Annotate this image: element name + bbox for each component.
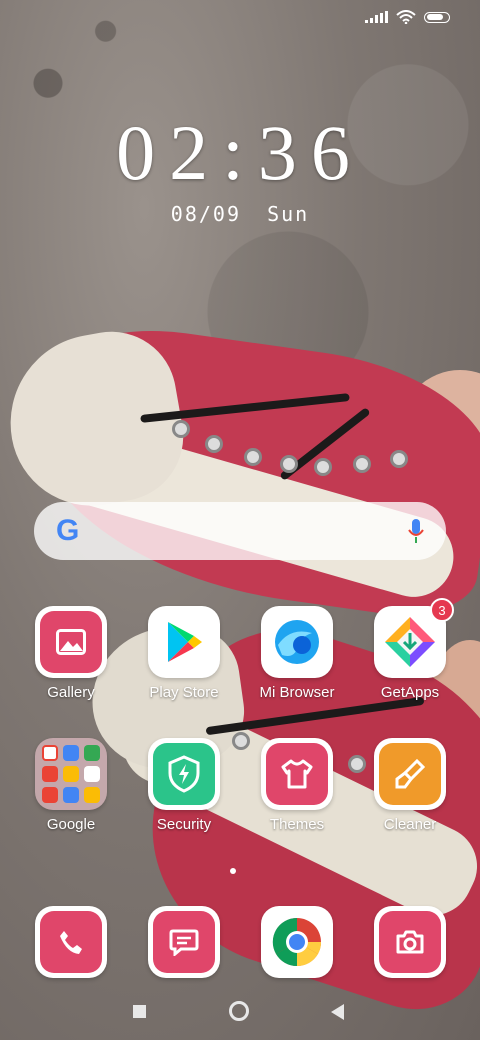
clock-date[interactable]: 08/09 Sun <box>0 202 480 226</box>
app-play-store[interactable]: Play Store <box>129 606 239 701</box>
app-cleaner[interactable]: Cleaner <box>355 738 465 833</box>
app-themes[interactable]: Themes <box>242 738 352 833</box>
recents-button[interactable] <box>133 1005 146 1018</box>
google-logo-icon: G <box>56 514 80 547</box>
wifi-icon <box>396 10 416 24</box>
app-security[interactable]: Security <box>129 738 239 833</box>
navigation-bar <box>0 1000 480 1024</box>
getapps-icon: 3 <box>374 598 454 678</box>
app-label: Play Store <box>149 684 219 701</box>
battery-icon <box>424 11 450 23</box>
google-folder-icon <box>35 738 107 810</box>
app-label: Google <box>46 816 96 833</box>
gallery-icon <box>35 606 107 678</box>
phone-icon <box>35 906 107 978</box>
app-google-folder[interactable]: Google <box>16 738 126 833</box>
clock-time[interactable]: 02:36 <box>0 108 480 198</box>
google-search-bar[interactable]: G <box>34 502 446 560</box>
themes-icon <box>261 738 333 810</box>
notification-badge: 3 <box>430 598 454 622</box>
app-label: Gallery <box>47 684 95 701</box>
cleaner-icon <box>374 738 446 810</box>
home-button[interactable] <box>229 1001 249 1021</box>
app-getapps[interactable]: 3 GetApps <box>355 598 465 701</box>
messages-icon <box>148 906 220 978</box>
page-indicator <box>230 868 236 874</box>
app-label: Mi Browser <box>259 684 335 701</box>
signal-icon <box>365 11 388 23</box>
status-bar <box>365 10 450 24</box>
camera-icon <box>374 906 446 978</box>
security-icon <box>148 738 220 810</box>
back-button[interactable] <box>331 1004 344 1020</box>
dock-phone[interactable] <box>16 906 126 978</box>
dock-messages[interactable] <box>129 906 239 978</box>
app-mi-browser[interactable]: Mi Browser <box>242 606 352 701</box>
weekday-text: Sun <box>267 202 310 226</box>
app-label: Security <box>156 816 212 833</box>
chrome-icon <box>261 906 333 978</box>
date-text: 08/09 <box>170 202 242 226</box>
app-label: Cleaner <box>383 816 437 833</box>
play-store-icon <box>148 606 220 678</box>
app-label: GetApps <box>380 684 440 701</box>
mi-browser-icon <box>261 606 333 678</box>
app-label: Themes <box>269 816 325 833</box>
dock-camera[interactable] <box>355 906 465 978</box>
mic-icon[interactable] <box>408 518 424 544</box>
app-gallery[interactable]: Gallery <box>16 606 126 701</box>
dock-chrome[interactable] <box>242 906 352 978</box>
